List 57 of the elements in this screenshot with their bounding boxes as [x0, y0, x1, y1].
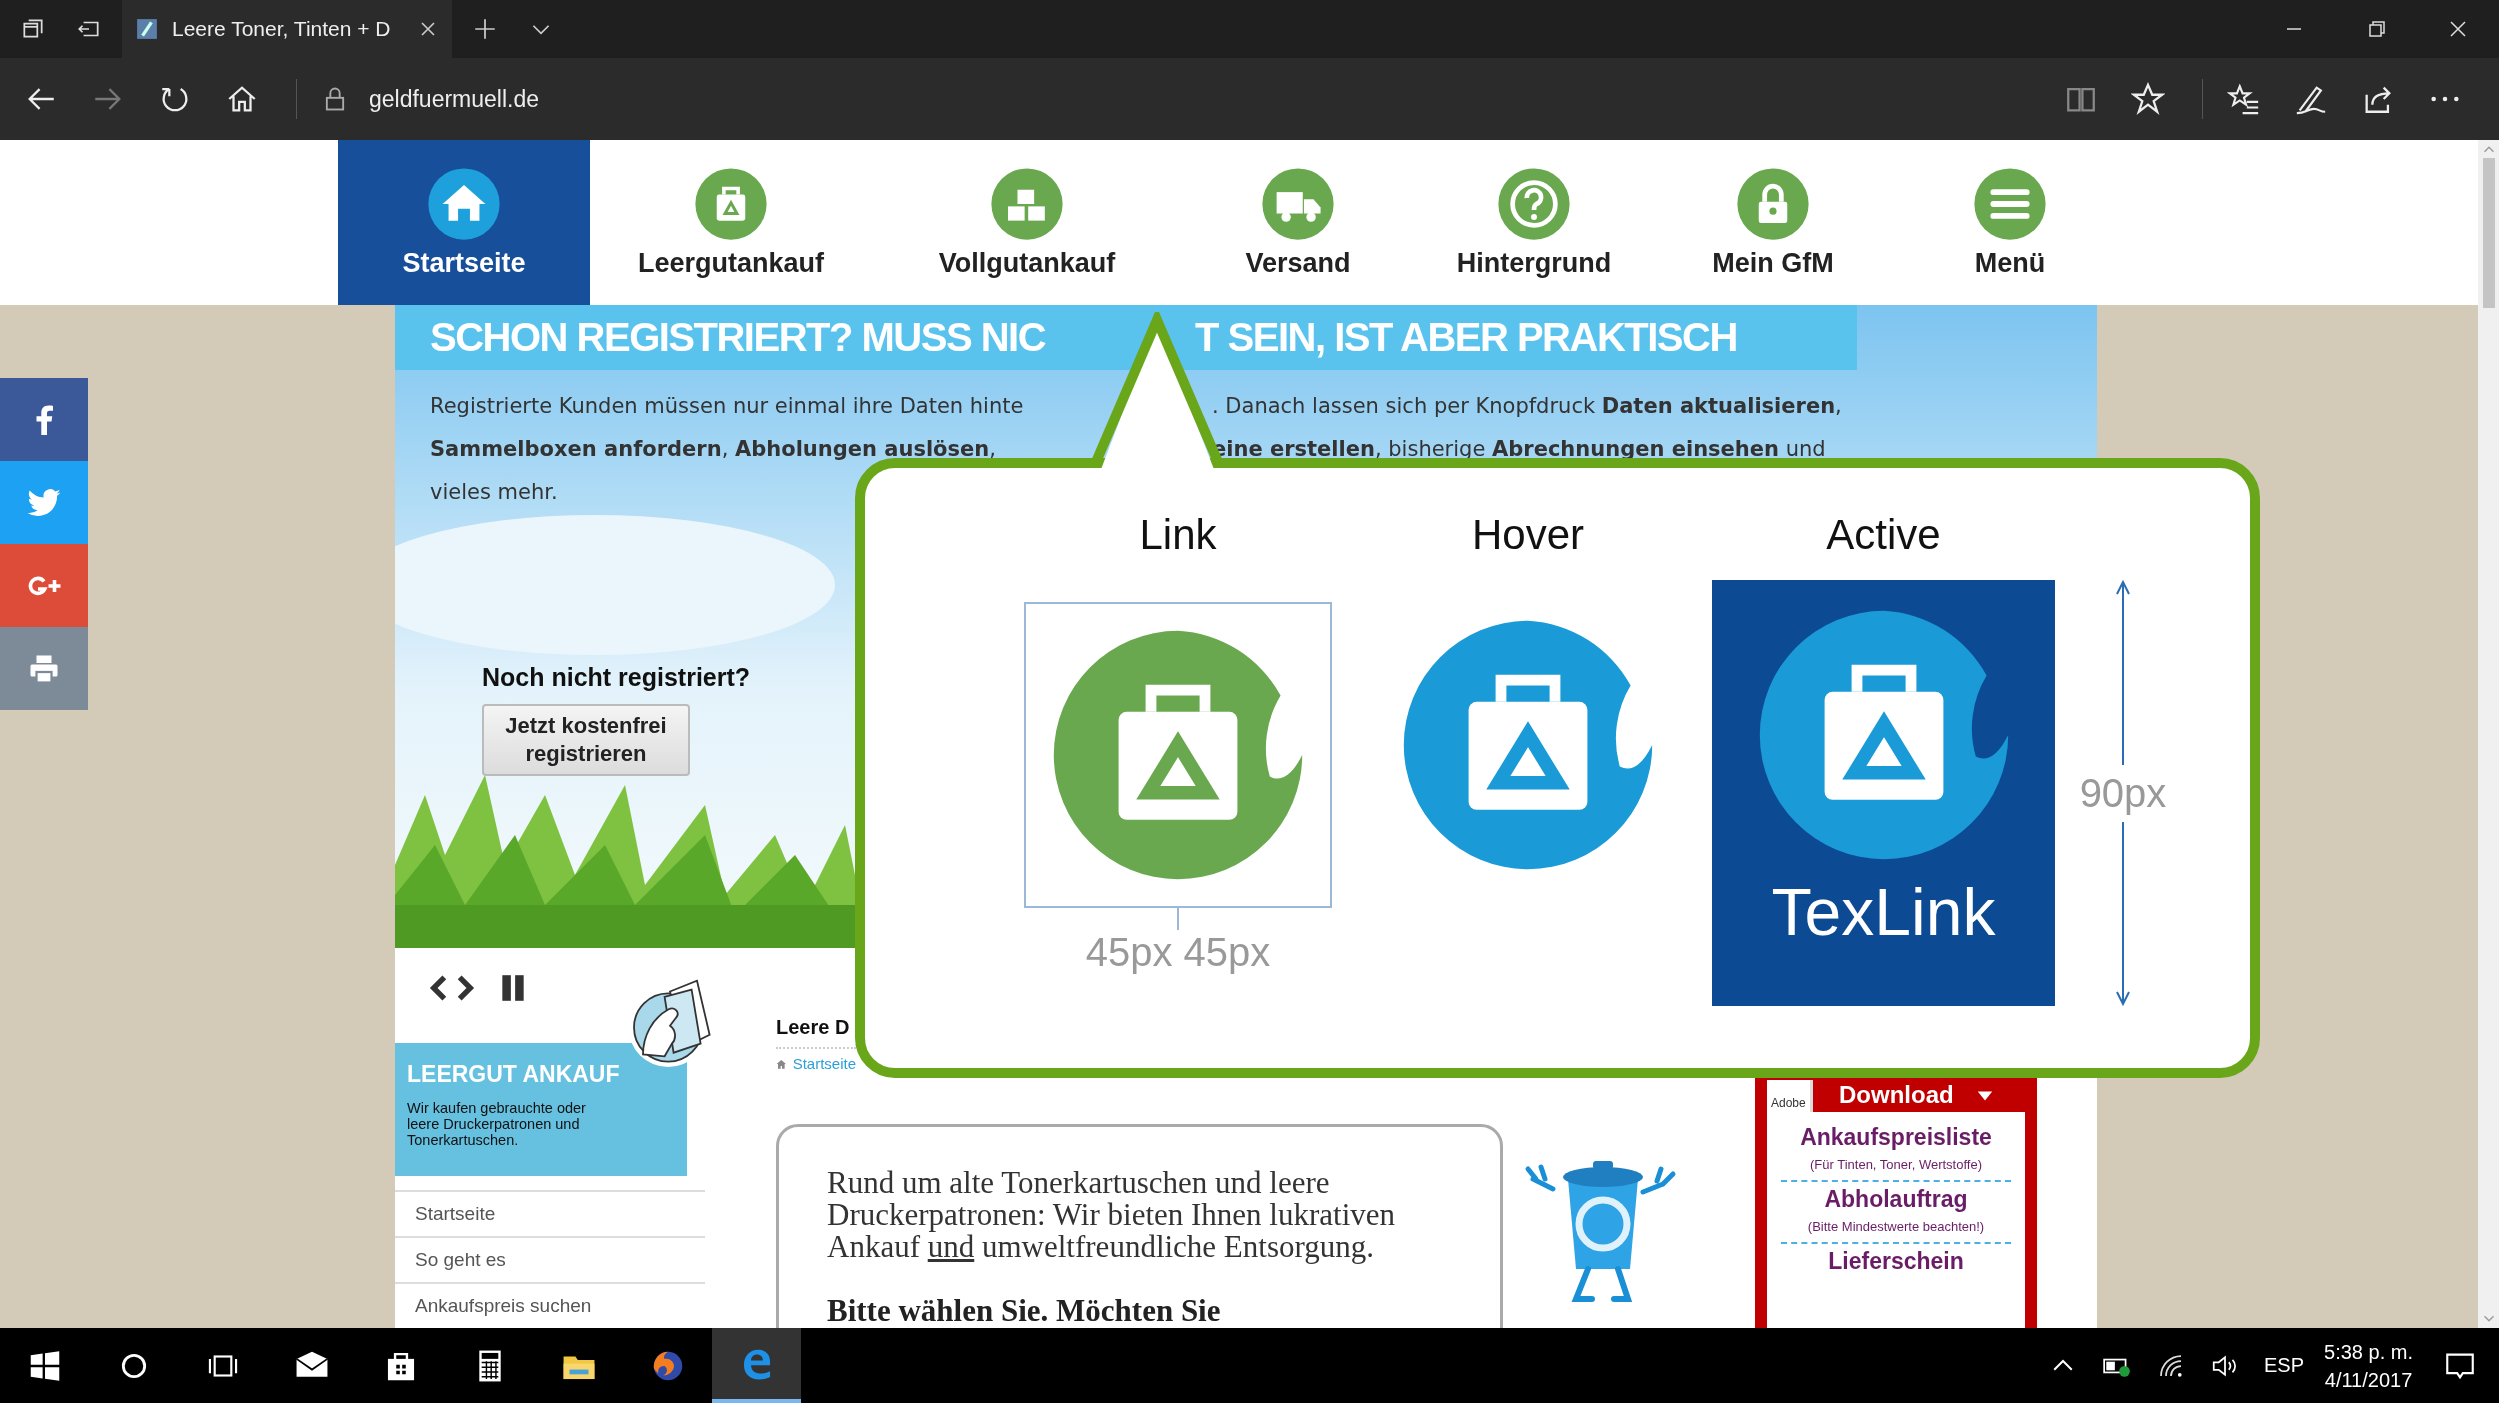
nav-tab[interactable]: Startseite: [338, 140, 590, 305]
sidebar-title: LEERGUT ANKAUF: [407, 1061, 621, 1089]
download-note: (Für Tinten, Toner, Wertstoffe): [1810, 1157, 1982, 1172]
height-label: 90px: [2079, 764, 2167, 822]
print-share-button[interactable]: [0, 627, 88, 710]
address-field[interactable]: geldfuermuell.de: [369, 85, 540, 113]
intro-text: Registrierte Kunden müssen nur einmal ihre Daten hinte: [430, 393, 1025, 418]
nav-tab[interactable]: Leergutankauf: [590, 140, 872, 305]
intro-text: Sammelboxen anfordern, Abholungen auslösen,: [430, 436, 997, 461]
scrollbar-thumb[interactable]: [2482, 158, 2495, 308]
register-prompt: Noch nicht registriert?: [482, 663, 751, 692]
browser-tab[interactable]: Leere Toner, Tinten + D: [122, 0, 452, 58]
nav-tab[interactable]: Hintergrund: [1414, 140, 1654, 305]
nav-tab[interactable]: Mein GfM: [1654, 140, 1892, 305]
state-label: Link: [1139, 510, 1217, 560]
menu-icon: [1972, 166, 2048, 242]
truck-icon: [1260, 166, 1336, 242]
nav-tab[interactable]: Vollgutankauf: [872, 140, 1182, 305]
size-label: 45px 45px: [1085, 930, 1271, 975]
nav-tab[interactable]: Menü: [1892, 140, 2128, 305]
register-button[interactable]: Jetzt kostenfrei registrieren: [482, 704, 690, 776]
new-tab-icon[interactable]: [472, 16, 498, 42]
googleplus-share-button[interactable]: [0, 544, 88, 627]
intro-paragraph: Rund um alte Tonerkartuschen und leere Druckerpatronen: Wir bieten Ihnen lukrativen Ankauf und umweltfreundliche Entsorgung.: [827, 1167, 1397, 1263]
boxes-icon: [989, 166, 1065, 242]
clock[interactable]: 5:38 p. m. 4/11/2017: [2324, 1337, 2413, 1394]
download-link[interactable]: Lieferschein: [1828, 1248, 1964, 1275]
download-link[interactable]: Abholauftrag: [1824, 1186, 1968, 1213]
choice-prompt: Bitte wählen Sie. Möchten Sie: [827, 1293, 1222, 1328]
page-title: Leere D: [776, 1016, 850, 1039]
headline-text: T SEIN, IST ABER PRAKTISCH: [1195, 314, 1738, 361]
tile-caption: TexLink: [1771, 874, 1996, 950]
star-icon[interactable]: [2131, 82, 2165, 116]
twitter-share-button[interactable]: [0, 461, 88, 544]
browser-app-button[interactable]: [712, 1328, 801, 1403]
tab-title: Leere Toner, Tinten + D: [172, 17, 392, 41]
intro-text: vieles mehr.: [430, 479, 559, 504]
favicon-icon: [136, 18, 158, 40]
sidebar-description: Wir kaufen gebrauchte oder leere Druckerpatronen und Tonerkartuschen.: [407, 1100, 587, 1149]
facebook-share-button[interactable]: [0, 378, 88, 461]
lock-icon: [1735, 166, 1811, 242]
recycle-bag-icon: [693, 166, 769, 242]
intro-text: . Danach lassen sich per Knopfdruck Daten aktualisieren,: [1212, 393, 1842, 418]
language-indicator[interactable]: ESP: [2264, 1354, 2305, 1377]
nav-tab[interactable]: Versand: [1182, 140, 1414, 305]
state-label: Hover: [1471, 510, 1584, 560]
state-label: Active: [1826, 510, 1941, 560]
sidebar-link[interactable]: So geht es: [395, 1236, 705, 1282]
pdf-badge: Adobe: [1767, 1080, 1813, 1112]
sidebar-link[interactable]: Startseite: [395, 1190, 705, 1236]
download-heading: Download: [1839, 1081, 1954, 1109]
favorites-icon[interactable]: [2227, 82, 2261, 116]
download-note: (Bitte Mindestwerte beachten!): [1807, 1219, 1985, 1234]
home-icon: [426, 166, 502, 242]
headline-text: SCHON REGISTRIERT? MUSS NIC: [430, 314, 1047, 361]
question-icon: [1496, 166, 1572, 242]
download-link[interactable]: Ankaufspreisliste: [1800, 1124, 1992, 1151]
